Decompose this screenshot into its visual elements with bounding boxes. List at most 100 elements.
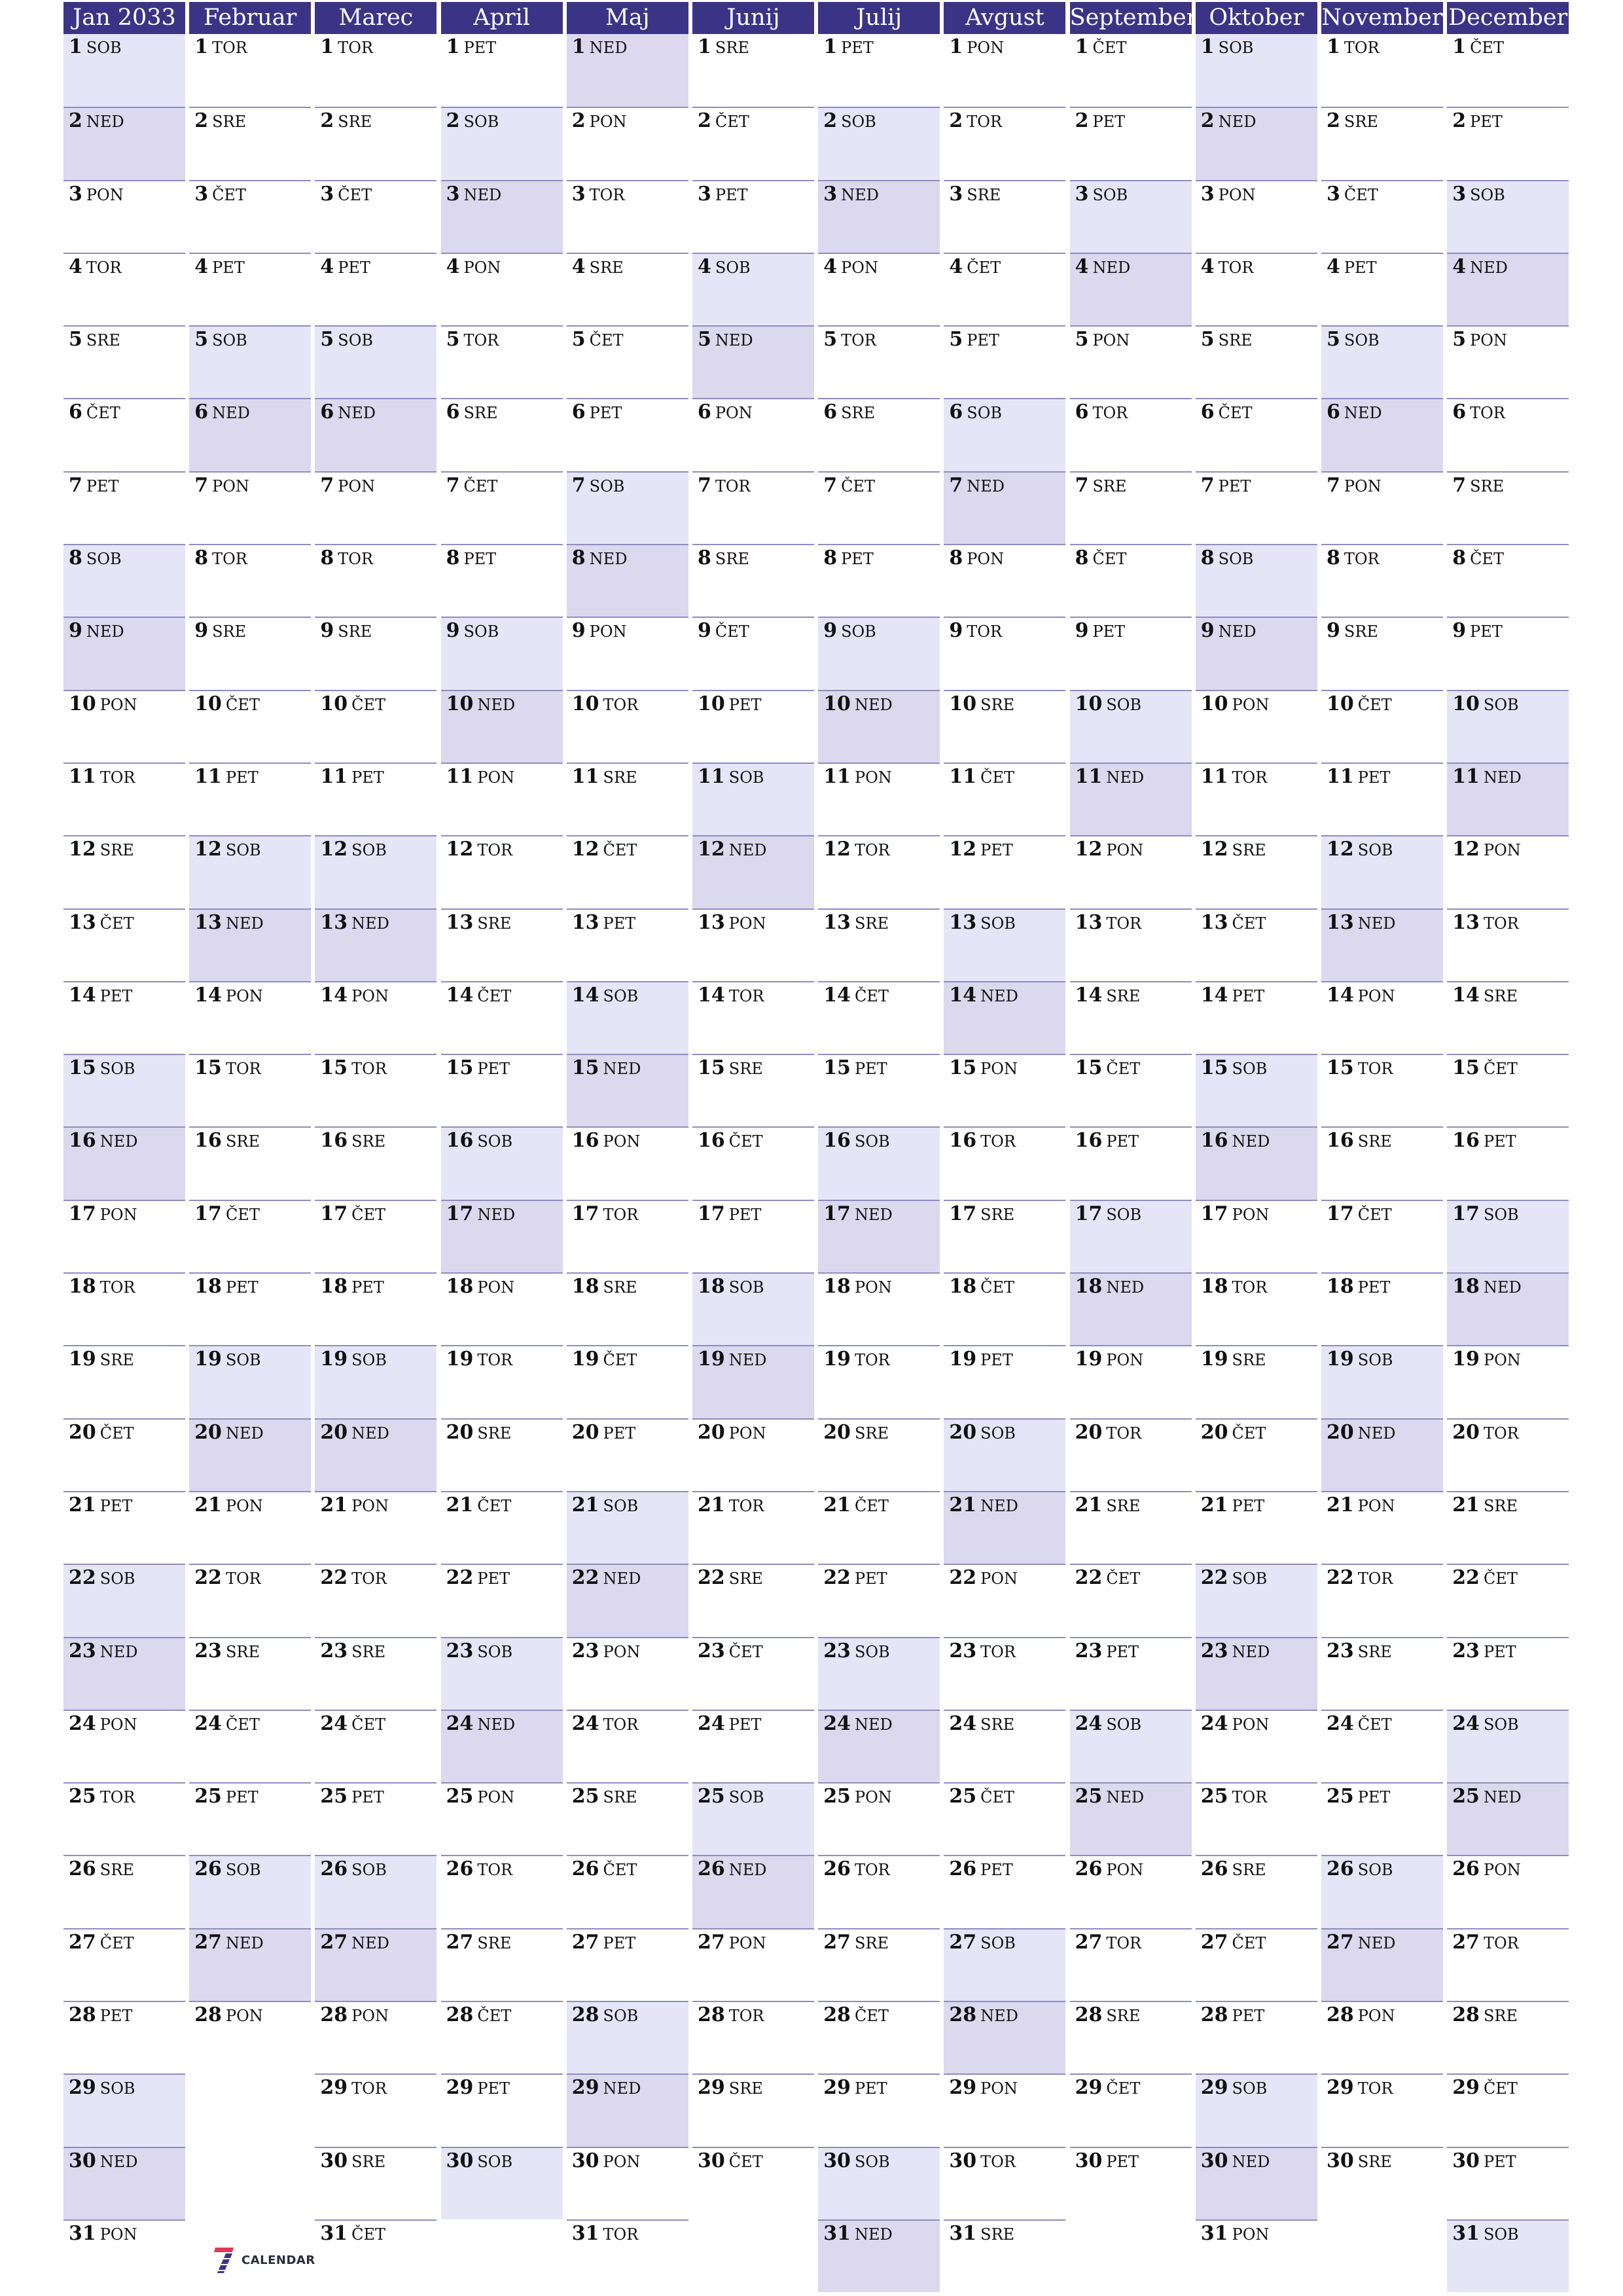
day-cell: 8 ČET (1069, 544, 1192, 617)
weekday-abbr: ČET (715, 113, 749, 132)
day-number: 24 (698, 1712, 725, 1735)
day-label: 6 SRE (446, 401, 498, 423)
day-number: 23 (194, 1639, 222, 1662)
weekday-abbr: SOB (1483, 695, 1519, 714)
day-cell: 9 NED (1195, 617, 1317, 690)
day-label: 18 SRE (572, 1275, 637, 1298)
day-label: 28 ČET (446, 2003, 512, 2026)
day-cell: 30 NED (63, 2146, 185, 2219)
weekday-abbr: PON (1357, 986, 1395, 1005)
day-number: 17 (698, 1202, 725, 1225)
day-cell: 6 NED (189, 398, 312, 471)
day-number: 15 (1200, 1056, 1228, 1080)
weekday-abbr: SRE (99, 1351, 134, 1370)
day-number: 3 (446, 182, 460, 206)
weekday-abbr: NED (1357, 914, 1396, 933)
day-number: 26 (69, 1857, 96, 1881)
day-cell: 1 TOR (189, 34, 312, 107)
weekday-abbr: SRE (477, 914, 512, 933)
day-cell: 28 PON (189, 2001, 312, 2074)
day-cell: 22 SOB (1195, 1564, 1317, 1637)
weekday-abbr: TOR (603, 2225, 639, 2244)
day-label: 28 TOR (698, 2003, 764, 2026)
day-label: 11 NED (1452, 765, 1522, 788)
day-cell: 9 PON (566, 617, 688, 690)
weekday-abbr: PON (1232, 695, 1270, 714)
day-cell: 5 ČET (566, 325, 688, 399)
weekday-abbr: PET (967, 331, 999, 350)
day-label: 29 TOR (320, 2076, 387, 2099)
weekday-abbr: PON (841, 258, 878, 277)
day-label: 18 PET (320, 1275, 383, 1298)
day-cell: 3 ČET (315, 179, 437, 253)
day-cell: 25 PON (440, 1782, 563, 1856)
day-number: 27 (1200, 1930, 1228, 1954)
day-label: 13 SRE (823, 911, 889, 934)
weekday-abbr: ČET (225, 1715, 260, 1734)
day-number: 13 (1075, 910, 1103, 934)
day-cell: 14 SRE (1069, 980, 1192, 1054)
day-number: 4 (69, 255, 82, 278)
day-cell: 7 PET (1195, 471, 1317, 545)
day-label: 30 TOR (949, 2149, 1016, 2172)
day-number: 25 (823, 1785, 851, 1808)
weekday-abbr: TOR (1218, 258, 1254, 277)
day-label: 29 SOB (69, 2076, 135, 2099)
day-label: 3 ČET (1327, 183, 1378, 206)
day-cell: 7 PON (1321, 471, 1443, 545)
day-cell: 8 PET (818, 544, 940, 617)
day-number: 2 (69, 109, 82, 133)
day-label: 9 NED (1201, 619, 1257, 642)
weekday-abbr: SOB (715, 258, 751, 277)
day-cell: 21 ČET (818, 1490, 940, 1564)
day-number: 21 (446, 1493, 474, 1516)
day-number: 14 (446, 983, 474, 1007)
weekday-abbr: NED (225, 1933, 264, 1952)
day-cell: 17 SOB (1447, 1199, 1569, 1273)
day-number: 1 (698, 35, 711, 58)
month-column: September 1 ČET 2 PET 3 SOB 4 NED 5 PON 6 TOR 7 SRE 8 ČE… (1069, 2, 1192, 2219)
day-label: 1 TOR (1327, 35, 1380, 58)
day-cell: 26 TOR (440, 1855, 563, 1928)
weekday-abbr: PON (1357, 1496, 1395, 1515)
day-number: 17 (1200, 1202, 1228, 1225)
day-cell: 27 ČET (1195, 1928, 1317, 2001)
day-label: 16 ČET (698, 1129, 763, 1152)
day-label: 8 TOR (194, 547, 247, 569)
weekday-abbr: NED (351, 1933, 389, 1952)
day-cell: 20 ČET (1195, 1418, 1317, 1491)
day-number: 20 (823, 1420, 851, 1444)
day-label: 17 NED (823, 1202, 893, 1225)
day-cell: 2 ČET (692, 107, 814, 180)
day-number: 8 (1452, 547, 1467, 570)
day-number: 30 (320, 2149, 348, 2172)
day-cell: 14 PET (1195, 980, 1317, 1054)
day-cell: 16 NED (1195, 1126, 1317, 1200)
day-cell: 27 PON (692, 1928, 814, 2001)
day-label: 10 NED (446, 692, 516, 715)
day-label: 20 TOR (1075, 1421, 1142, 1444)
day-label: 28 ČET (823, 2003, 889, 2026)
day-cell: 6 ČET (63, 398, 185, 471)
day-number: 9 (1327, 619, 1340, 643)
day-cell: 31 SOB (1447, 2219, 1569, 2293)
weekday-abbr: PET (1357, 768, 1391, 787)
weekday-abbr: SRE (1106, 1496, 1141, 1515)
weekday-abbr: NED (967, 476, 1005, 495)
day-label: 5 SOB (194, 328, 247, 351)
weekday-abbr: SOB (99, 2079, 135, 2098)
day-label: 26 PON (1452, 1857, 1521, 1880)
day-number: 24 (1200, 1712, 1228, 1735)
day-label: 10 SRE (949, 692, 1014, 715)
day-label: 23 ČET (698, 1640, 763, 1662)
day-number: 10 (698, 692, 725, 715)
day-number: 18 (571, 1275, 599, 1299)
day-cell: 10 NED (818, 689, 940, 762)
day-number: 2 (1327, 109, 1340, 133)
day-label: 25 ČET (949, 1785, 1014, 1808)
weekday-abbr: PET (463, 550, 497, 569)
day-cell: 11 PET (1321, 762, 1443, 836)
day-number: 14 (1200, 983, 1228, 1007)
day-label: 21 ČET (823, 1494, 889, 1516)
day-cell: 4 TOR (1195, 252, 1317, 326)
